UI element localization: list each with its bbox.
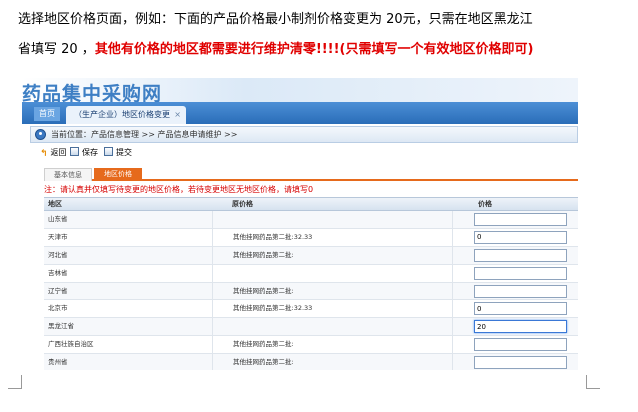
tab-region-price-change[interactable]: （生产企业）地区价格变更 × <box>66 106 186 124</box>
original-price: 其他挂网药品第二批:32.33 <box>212 228 312 246</box>
header-region: 地区 <box>48 200 62 208</box>
table-row: 北京市 其他挂网药品第二批:32.33 <box>44 300 578 319</box>
submit-label: 提交 <box>116 148 132 157</box>
region-name: 北京市 <box>48 304 68 313</box>
instruction-emphasis: 其他有价格的地区都需要进行维护清零!!!!(只需填写一个有效地区价格即可) <box>94 42 534 57</box>
submit-button[interactable]: 提交 <box>104 147 132 159</box>
original-price: 其他挂网药品第二批: <box>212 282 294 300</box>
table-row: 河北省 其他挂网药品第二批: <box>44 246 578 265</box>
price-cell <box>452 211 578 228</box>
price-input[interactable] <box>474 338 567 352</box>
original-price: 其他挂网药品第二批: <box>212 246 294 264</box>
table-body: 山东省天津市其他挂网药品第二批:32.33河北省其他挂网药品第二批:吉林省辽宁省… <box>44 211 578 370</box>
price-cell <box>452 300 578 318</box>
instruction-line-1: 选择地区价格页面，例如：下面的产品价格最小制剂价格变更为 20元，只需在地区黑龙… <box>18 12 533 27</box>
price-input[interactable] <box>474 230 567 244</box>
original-price <box>212 211 233 228</box>
price-input[interactable] <box>474 320 567 334</box>
tab-bar: 首页 （生产企业）地区价格变更 × <box>22 102 578 124</box>
notice-text: 注：请认真并仅填写待变更的地区价格，若待变更地区无地区价格，请填写0 <box>44 185 314 194</box>
original-price: 其他挂网药品第二批: <box>212 354 294 370</box>
price-input[interactable] <box>474 213 567 226</box>
close-icon[interactable]: × <box>174 106 181 124</box>
price-cell <box>452 228 578 246</box>
price-input[interactable] <box>474 356 567 370</box>
region-name: 吉林省 <box>48 268 68 277</box>
save-label: 保存 <box>82 148 98 157</box>
sub-tab-bar: 基本信息 地区价格 <box>44 167 578 181</box>
region-name: 广西壮族自治区 <box>48 340 94 349</box>
save-icon <box>70 147 79 156</box>
save-button[interactable]: 保存 <box>70 147 98 159</box>
original-price <box>212 264 233 282</box>
price-cell <box>452 336 578 354</box>
table-row: 天津市 其他挂网药品第二批:32.33 <box>44 228 578 247</box>
region-name: 河北省 <box>48 250 68 259</box>
region-price-table: 地区 原价格 价格 山东省天津市其他挂网药品第二批:32.33河北省其他挂网药品… <box>44 197 578 370</box>
region-name: 黑龙江省 <box>48 322 74 331</box>
original-price: 其他挂网药品第二批:32.33 <box>212 300 312 318</box>
price-input[interactable] <box>474 248 567 262</box>
page-corner-mark-right <box>586 375 600 389</box>
site-banner: 药品集中采购网 <box>22 78 578 105</box>
table-row: 辽宁省 其他挂网药品第二批: <box>44 282 578 301</box>
header-original-price: 原价格 <box>232 200 253 208</box>
original-price: 其他挂网药品第二批: <box>212 336 294 354</box>
back-arrow-icon: ↰ <box>40 149 48 159</box>
app-screenshot: 药品集中采购网 首页 （生产企业）地区价格变更 × 当前位置：产品信息管理 >>… <box>22 78 578 370</box>
region-name: 天津市 <box>48 232 68 241</box>
price-cell <box>452 282 578 300</box>
table-row: 贵州省 其他挂网药品第二批: <box>44 354 578 370</box>
location-icon <box>35 129 46 140</box>
table-row: 黑龙江省 <box>44 318 578 337</box>
price-cell <box>452 246 578 264</box>
table-row: 吉林省 <box>44 264 578 283</box>
price-input[interactable] <box>474 302 567 316</box>
breadcrumb-text: 当前位置：产品信息管理 >> 产品信息申请维护 >> <box>51 130 238 139</box>
tab-basic-info[interactable]: 基本信息 <box>44 168 92 181</box>
price-input[interactable] <box>474 284 567 298</box>
instruction-line-2-prefix: 省填写 20 ， <box>18 42 95 57</box>
submit-icon <box>104 147 113 156</box>
back-label: 返回 <box>50 148 67 157</box>
region-name: 辽宁省 <box>48 286 68 295</box>
table-row: 山东省 <box>44 211 578 229</box>
tab-region-price[interactable]: 地区价格 <box>94 168 142 181</box>
tab-label: （生产企业）地区价格变更 <box>74 110 170 119</box>
back-button[interactable]: ↰ 返回 <box>40 147 67 160</box>
page-corner-mark-left <box>8 375 22 389</box>
tab-home[interactable]: 首页 <box>34 107 60 121</box>
breadcrumb: 当前位置：产品信息管理 >> 产品信息申请维护 >> <box>30 126 578 143</box>
price-cell <box>452 318 578 336</box>
region-name: 山东省 <box>48 215 68 223</box>
original-price <box>212 318 233 336</box>
region-name: 贵州省 <box>48 358 68 367</box>
instruction-line-2: 省填写 20 ，其他有价格的地区都需要进行维护清零!!!!(只需填写一个有效地区… <box>18 41 533 59</box>
header-price: 价格 <box>478 200 492 208</box>
price-input[interactable] <box>474 266 567 280</box>
table-row: 广西壮族自治区 其他挂网药品第二批: <box>44 336 578 355</box>
price-cell <box>452 354 578 370</box>
price-cell <box>452 264 578 282</box>
table-header: 地区 原价格 价格 <box>44 197 578 211</box>
